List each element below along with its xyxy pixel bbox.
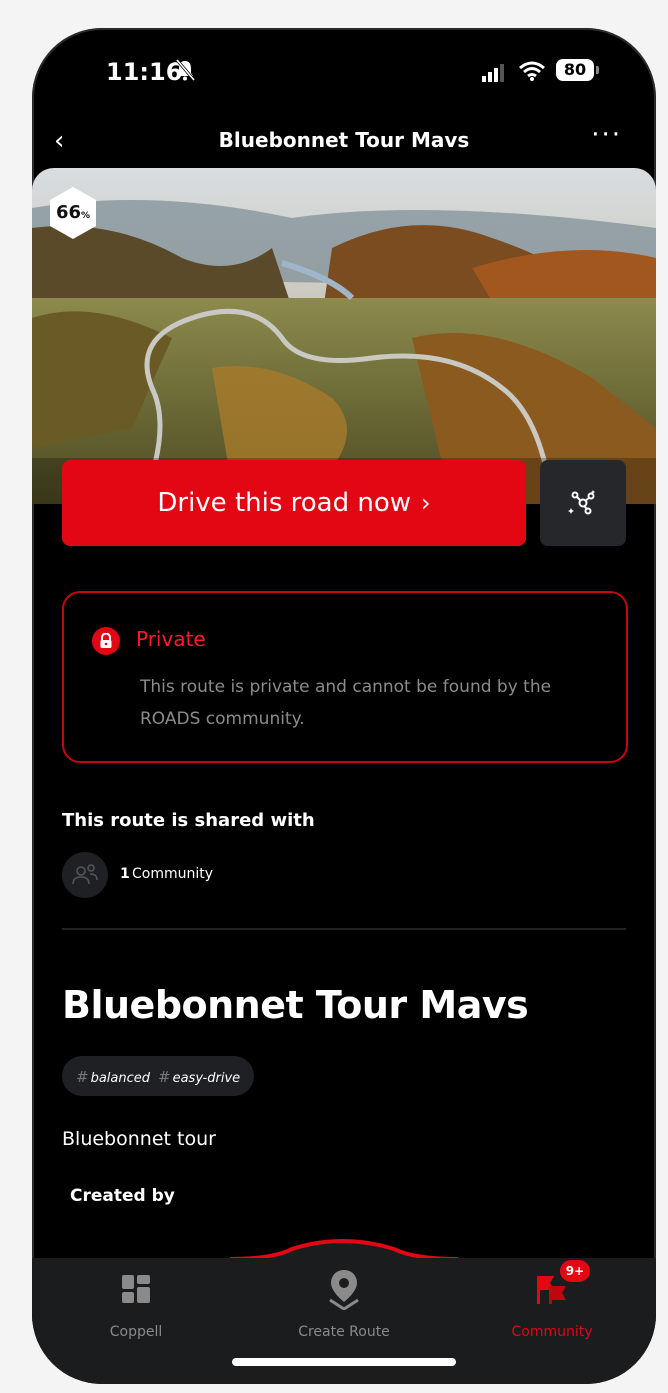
tag-label: easy-drive [172, 1070, 241, 1086]
score-value: 66 [55, 202, 82, 223]
tag-item[interactable]: # balanced [76, 1067, 150, 1086]
route-score-badge: 66% [48, 186, 98, 240]
status-time: 11:16 [106, 58, 183, 86]
navigation-bar: ‹ Bluebonnet Tour Mavs ··· [32, 120, 656, 166]
tab-label: Create Route [298, 1324, 390, 1340]
bell-muted-icon [175, 59, 196, 81]
tab-coppell[interactable]: Coppell [56, 1268, 216, 1340]
status-bar: 11:16 80 [32, 28, 656, 118]
community-label[interactable]: Community [132, 866, 213, 882]
route-tags: # balanced # easy-drive [62, 1056, 255, 1096]
battery-indicator: 80 [556, 59, 594, 81]
route-share-icon [568, 490, 596, 515]
dashboard-icon [56, 1268, 216, 1310]
cellular-signal-icon [482, 64, 504, 82]
created-by-heading: Created by [70, 1186, 175, 1206]
score-unit: % [81, 211, 91, 221]
drive-now-button[interactable]: Drive this road now › [62, 460, 526, 546]
community-count[interactable]: 1 [120, 866, 130, 882]
home-indicator[interactable] [232, 1358, 456, 1366]
route-description: Bluebonnet tour [62, 1128, 216, 1150]
tab-create-route[interactable]: Create Route [264, 1268, 424, 1340]
community-avatar-icon[interactable] [62, 852, 108, 898]
drive-now-label: Drive this road now [157, 488, 412, 518]
map-pin-icon [264, 1268, 424, 1310]
landscape-illustration [32, 168, 656, 504]
tag-label: balanced [90, 1070, 151, 1086]
route-hero-image: 66% [32, 168, 656, 504]
more-dots-icon[interactable]: ··· [591, 120, 622, 150]
tab-label: Community [511, 1324, 593, 1340]
route-title: Bluebonnet Tour Mavs [62, 983, 529, 1027]
shared-with-heading: This route is shared with [62, 810, 315, 831]
tab-community[interactable]: 9+ Community [472, 1260, 632, 1340]
lock-icon [92, 627, 120, 655]
section-divider [62, 928, 626, 930]
hash-icon: # [76, 1067, 89, 1086]
phone-screen: 11:16 80 ‹ Bluebonnet Tour Mavs ··· 66% … [32, 28, 656, 1384]
hash-icon: # [158, 1067, 171, 1086]
privacy-title: Private [136, 627, 206, 651]
chevron-right-icon: › [421, 489, 431, 517]
tag-item[interactable]: # easy-drive [158, 1067, 240, 1086]
notification-badge: 9+ [560, 1260, 590, 1282]
page-title: Bluebonnet Tour Mavs [218, 128, 470, 152]
battery-tip [596, 66, 599, 74]
route-share-button[interactable] [540, 460, 626, 546]
wifi-icon [519, 61, 545, 81]
tab-label: Coppell [109, 1324, 163, 1340]
community-flags-icon [472, 1268, 632, 1310]
privacy-description: This route is private and cannot be foun… [140, 677, 552, 729]
privacy-notice-card: Private This route is private and cannot… [62, 591, 628, 763]
